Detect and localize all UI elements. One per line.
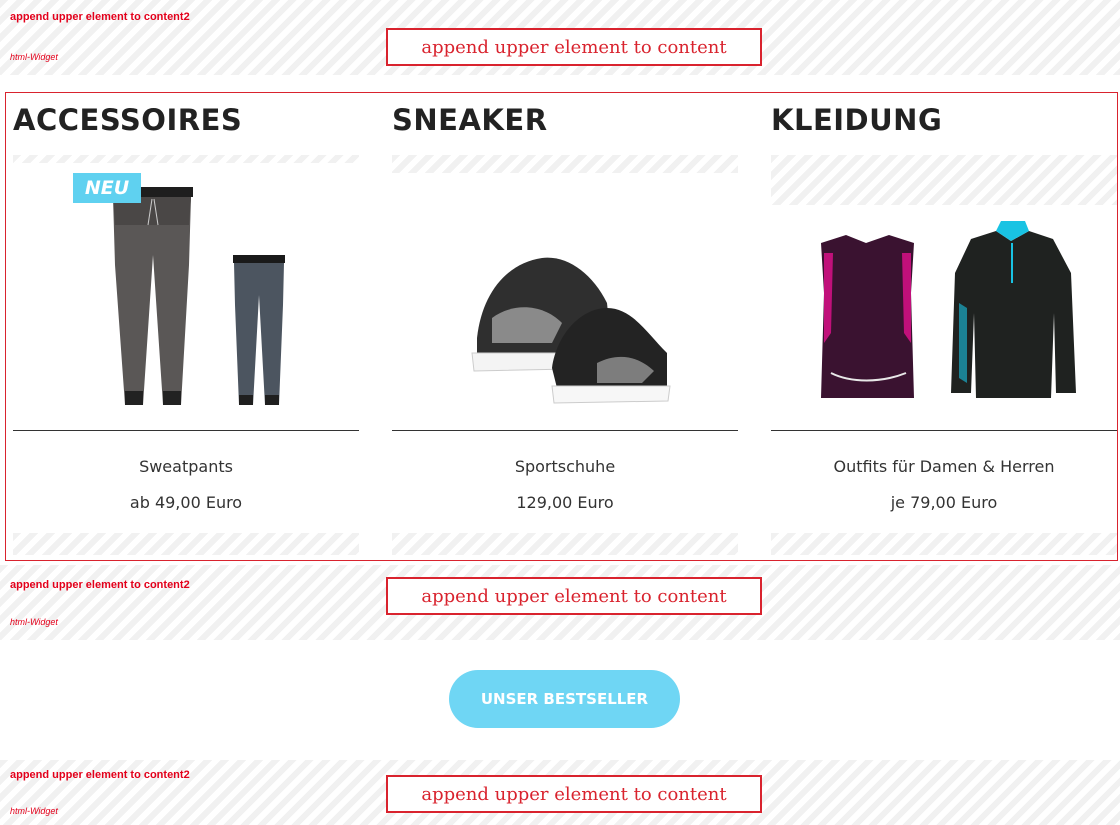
html-widget-3: append upper element to content2 html-Wi… [0,760,1120,825]
product-price: 129,00 Euro [516,493,614,512]
widget-label: html-Widget [10,617,58,627]
widget-content-box: append upper element to content [386,577,762,615]
divider [13,430,359,431]
product-price: je 79,00 Euro [890,493,998,512]
product-image-sweatpants[interactable] [13,165,359,405]
product-image-outfit[interactable] [771,213,1117,443]
widget-content2-text: append upper element to content2 [10,769,190,781]
hatch-strip [771,533,1117,555]
html-widget-1: append upper element to content2 html-Wi… [0,0,1120,75]
widget-content2-text: append upper element to content2 [10,579,190,591]
product-image-sneaker[interactable] [392,193,738,423]
product-name[interactable]: Outfits für Damen & Herren [771,457,1117,476]
widget-content-box: append upper element to content [386,28,762,66]
hatch-strip [392,533,738,555]
hatch-strip [13,533,359,555]
widget-content-box: append upper element to content [386,775,762,813]
product-name[interactable]: Sportschuhe [392,457,738,476]
category-title: KLEIDUNG [771,103,943,137]
sneaker-icon [471,257,671,404]
category-content-box: ACCESSOIRES NEU Sweatpants ab 49,00 Euro… [5,92,1118,561]
widget-label: html-Widget [10,52,58,62]
category-accessoires[interactable]: ACCESSOIRES NEU Sweatpants ab 49,00 Euro [13,93,359,560]
category-sneaker[interactable]: SNEAKER Sportschuhe 129,00 Euro [392,93,738,560]
divider [771,430,1117,431]
html-widget-2: append upper element to content2 html-Wi… [0,565,1120,640]
hatch-strip [771,155,1117,205]
product-name[interactable]: Sweatpants [13,457,359,476]
category-title: SNEAKER [392,103,548,137]
new-badge: NEU [73,173,141,203]
outfit-icon [821,221,1076,398]
divider [392,430,738,431]
widget-label: html-Widget [10,806,58,816]
hatch-strip [13,155,359,163]
hatch-strip [392,155,738,173]
widget-content2-text: append upper element to content2 [10,11,190,23]
sweatpants-icon [111,187,285,405]
category-kleidung[interactable]: KLEIDUNG Outfits für Damen & Herren je 7… [771,93,1117,560]
product-price: ab 49,00 Euro [129,493,243,512]
category-title: ACCESSOIRES [13,103,243,137]
bestseller-button[interactable]: UNSER BESTSELLER [449,670,680,728]
